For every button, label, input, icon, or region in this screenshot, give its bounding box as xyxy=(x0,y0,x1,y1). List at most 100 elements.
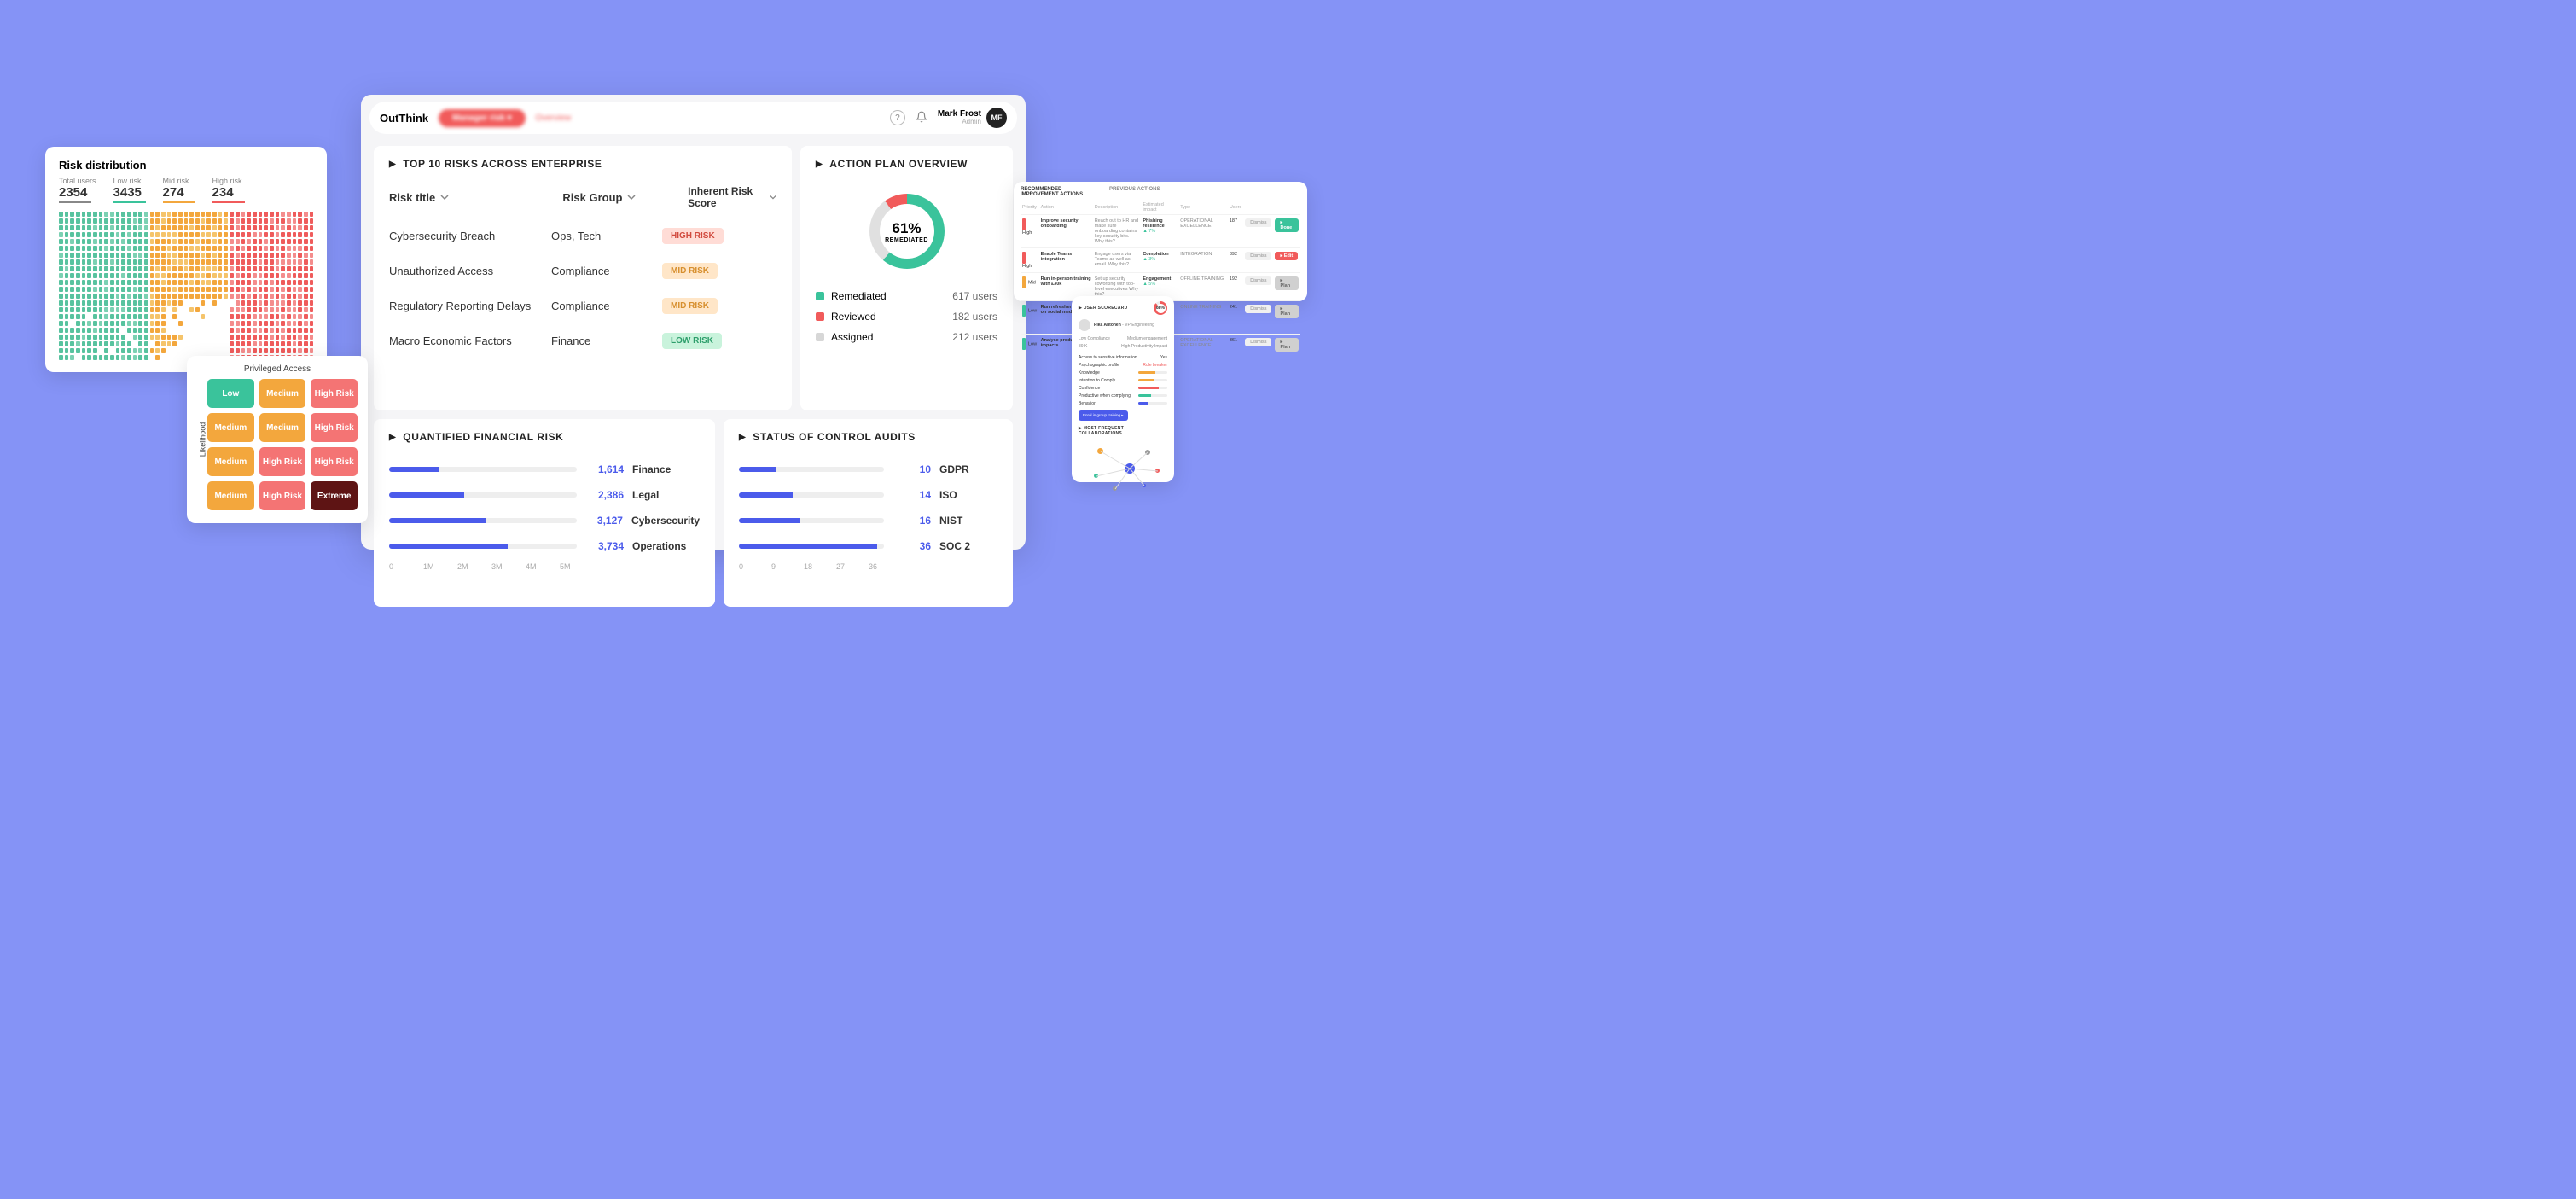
table-row[interactable]: High Improve security onboarding Reach o… xyxy=(1021,215,1300,248)
score-ring: 88% xyxy=(1154,301,1167,315)
metric-row: Intention to Comply xyxy=(1079,376,1167,384)
matrix-cell[interactable]: High Risk xyxy=(311,413,358,442)
financial-risk-panel: ▶QUANTIFIED FINANCIAL RISK 1,614 Finance… xyxy=(374,419,715,607)
donut-legend: Remediated 617 users Reviewed 182 users … xyxy=(816,286,997,347)
metric-row: Psychographic profile Rule breaker xyxy=(1079,361,1167,369)
table-row[interactable]: Unauthorized Access Compliance MID RISK xyxy=(389,253,776,288)
matrix-cell[interactable]: Low xyxy=(207,379,254,408)
table-row[interactable]: Regulatory Reporting Delays Compliance M… xyxy=(389,288,776,323)
tab-previous[interactable]: PREVIOUS ACTIONS xyxy=(1109,187,1160,197)
matrix-cell[interactable]: High Risk xyxy=(311,379,358,408)
collapse-icon[interactable]: ▶ xyxy=(389,433,396,442)
bar-track xyxy=(739,544,884,549)
dismiss-button[interactable]: Dismiss xyxy=(1245,252,1271,260)
tab-recommended[interactable]: RECOMMENDED IMPROVEMENT ACTIONS xyxy=(1021,187,1097,197)
matrix-cell[interactable]: Medium xyxy=(207,413,254,442)
bar-label: NIST xyxy=(939,515,962,527)
dismiss-button[interactable]: Dismiss xyxy=(1245,305,1271,313)
role-dropdown[interactable]: Manager risk ▾ xyxy=(439,109,526,127)
collapse-icon[interactable]: ▶ xyxy=(739,433,746,442)
stat-block: Low risk 3435 xyxy=(113,177,146,203)
improvement-actions-card: RECOMMENDED IMPROVEMENT ACTIONS PREVIOUS… xyxy=(1014,182,1307,301)
bar-row: 10 GDPR xyxy=(739,457,997,482)
dismiss-button[interactable]: Dismiss xyxy=(1245,276,1271,285)
bar-value: 1,614 xyxy=(585,463,624,475)
metric-row: Behavior xyxy=(1079,399,1167,407)
col-risk-score[interactable]: Inherent Risk Score xyxy=(688,185,776,209)
metric-row: Productive when complying xyxy=(1079,392,1167,399)
legend-row: Remediated 617 users xyxy=(816,286,997,306)
action-button[interactable]: ▸ Edit xyxy=(1275,252,1298,260)
help-icon[interactable]: ? xyxy=(890,110,905,125)
metric-label: Psychographic profile xyxy=(1079,363,1119,368)
legend-value: 617 users xyxy=(952,290,997,302)
dismiss-button[interactable]: Dismiss xyxy=(1245,218,1271,227)
bar-label: Finance xyxy=(632,463,671,475)
matrix-cell[interactable]: High Risk xyxy=(259,447,306,476)
chevron-down-icon xyxy=(627,193,636,201)
column-header: Estimated impact xyxy=(1141,201,1178,215)
risk-heatmap xyxy=(59,212,313,360)
column-header xyxy=(1273,201,1300,215)
bar-track xyxy=(739,518,884,523)
matrix-cell[interactable]: Medium xyxy=(259,379,306,408)
collaboration-network xyxy=(1079,439,1167,499)
bar-track xyxy=(389,467,577,472)
matrix-cell[interactable]: Medium xyxy=(259,413,306,442)
notifications-icon[interactable] xyxy=(916,111,927,125)
matrix-cell[interactable]: Medium xyxy=(207,481,254,510)
legend-label: Assigned xyxy=(831,331,873,343)
app-header: OutThink Manager risk ▾ Overview ? Mark … xyxy=(369,102,1017,134)
col-risk-group[interactable]: Risk Group xyxy=(562,185,667,209)
privileged-access-title: Privileged Access xyxy=(197,364,358,374)
bar-row: 3,127 Cybersecurity xyxy=(389,508,700,533)
matrix-cell[interactable]: High Risk xyxy=(311,447,358,476)
action-button[interactable]: ▸ Plan xyxy=(1275,305,1299,318)
bar-row: 2,386 Legal xyxy=(389,482,700,508)
user-menu[interactable]: Mark Frost Admin MF xyxy=(938,108,1007,128)
action-button[interactable]: ▸ Done xyxy=(1275,218,1299,232)
bar-label: GDPR xyxy=(939,463,969,475)
table-row[interactable]: Cybersecurity Breach Ops, Tech HIGH RISK xyxy=(389,218,776,253)
stat-label: Total users xyxy=(59,177,96,185)
risk-badge: MID RISK xyxy=(662,298,718,314)
chevron-down-icon xyxy=(770,193,776,201)
legend-label: Remediated xyxy=(831,290,887,302)
metric-label: Confidence xyxy=(1079,386,1100,391)
action-button[interactable]: ▸ Plan xyxy=(1275,338,1299,352)
legend-value: 212 users xyxy=(952,331,997,343)
table-row[interactable]: High Enable Teams integration Engage use… xyxy=(1021,248,1300,273)
legend-row: Reviewed 182 users xyxy=(816,306,997,327)
stat-value: 3435 xyxy=(113,185,146,200)
bar-label: Operations xyxy=(632,540,686,552)
matrix-cell[interactable]: High Risk xyxy=(259,481,306,510)
bar-row: 1,614 Finance xyxy=(389,457,700,482)
nav-overview-link[interactable]: Overview xyxy=(536,113,572,123)
collapse-icon[interactable]: ▶ xyxy=(816,160,823,169)
bar-track xyxy=(389,544,577,549)
stat-label: Mid risk xyxy=(163,177,195,185)
metric-row: Access to sensitive information Yes xyxy=(1079,353,1167,361)
risk-group-cell: Compliance xyxy=(551,300,662,312)
risk-title-cell: Macro Economic Factors xyxy=(389,335,551,347)
metric-label: Access to sensitive information xyxy=(1079,355,1137,360)
stat-label: Low risk xyxy=(113,177,146,185)
action-button[interactable]: ▸ Plan xyxy=(1275,276,1299,290)
risk-group-cell: Compliance xyxy=(551,265,662,277)
matrix-cell[interactable]: Extreme xyxy=(311,481,358,510)
dismiss-button[interactable]: Dismiss xyxy=(1245,338,1271,346)
donut-percent: 61% xyxy=(892,220,921,237)
matrix-cell[interactable]: Medium xyxy=(207,447,254,476)
col-risk-title[interactable]: Risk title xyxy=(389,185,542,209)
column-header: Users xyxy=(1228,201,1243,215)
legend-swatch xyxy=(816,333,824,341)
control-audits-panel: ▶STATUS OF CONTROL AUDITS 10 GDPR 14 ISO… xyxy=(724,419,1013,607)
stat-value: 274 xyxy=(163,185,195,200)
donut-chart: 61% REMEDIATED xyxy=(869,194,945,269)
table-row[interactable]: Macro Economic Factors Finance LOW RISK xyxy=(389,323,776,358)
bar-value: 36 xyxy=(893,540,931,552)
risk-badge: HIGH RISK xyxy=(662,228,724,244)
bar-row: 36 SOC 2 xyxy=(739,533,997,559)
enrol-button[interactable]: Enrol in group training ▸ xyxy=(1079,410,1128,421)
collapse-icon[interactable]: ▶ xyxy=(389,160,396,169)
